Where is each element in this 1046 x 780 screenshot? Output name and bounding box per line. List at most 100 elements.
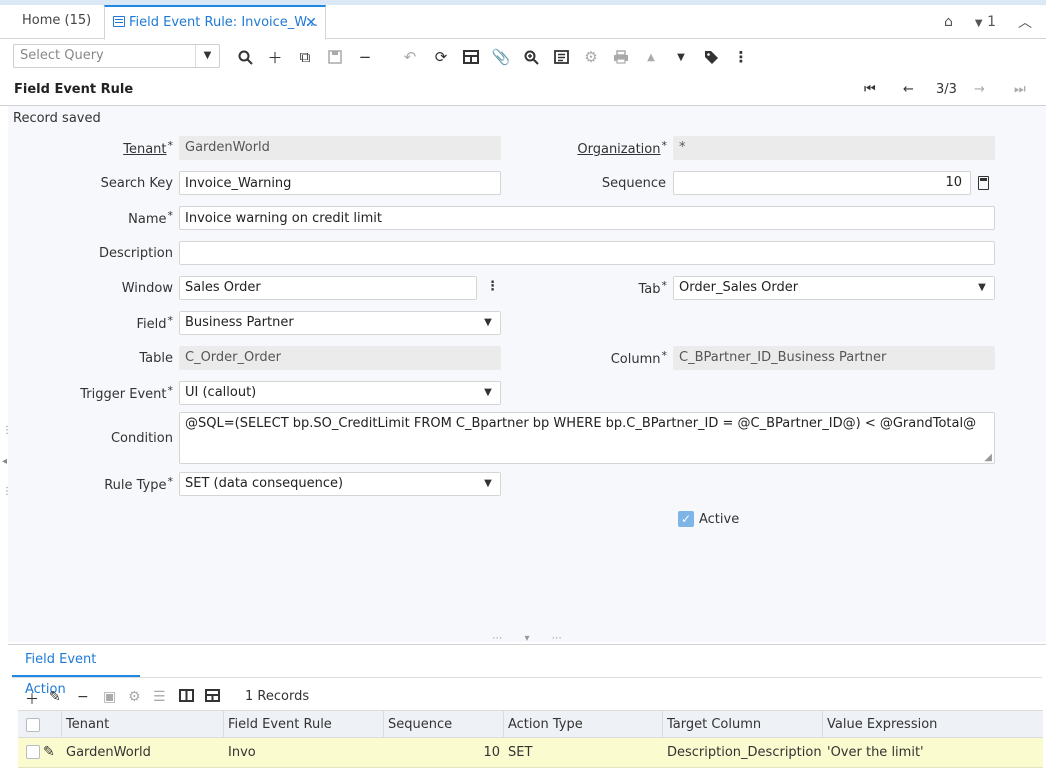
delete-icon[interactable]: − xyxy=(353,45,377,69)
more-vertical-icon[interactable]: ⋮ xyxy=(486,279,499,294)
tenant-field[interactable]: GardenWorld xyxy=(179,136,501,160)
undo-icon[interactable]: ↶ xyxy=(398,45,422,69)
notification-count: 1 xyxy=(987,14,996,30)
refresh-icon[interactable]: ⟳ xyxy=(429,45,453,69)
tab-select-value: Order_Sales Order xyxy=(679,280,799,295)
save-icon[interactable]: ▣ xyxy=(103,689,116,705)
column-header[interactable]: Tenant xyxy=(62,711,224,737)
record-titlebar: Field Event Rule ⏮ ← 3/3 → ⏭ xyxy=(0,74,1046,106)
sequence-input[interactable]: 10 xyxy=(673,171,971,195)
field-select[interactable]: Business Partner ▼ xyxy=(179,311,501,335)
cell-tenant: GardenWorld xyxy=(66,745,151,760)
select-all-checkbox[interactable] xyxy=(26,718,40,732)
description-input[interactable] xyxy=(179,241,995,265)
collapse-icon[interactable]: ︿ xyxy=(1018,12,1032,32)
home-icon[interactable]: ⌂ xyxy=(944,14,953,30)
form-icon xyxy=(113,16,125,27)
tab-divider xyxy=(12,677,1042,678)
cell-field-event-rule: Invo xyxy=(228,745,256,760)
new-record-icon[interactable]: ＋ xyxy=(263,45,287,69)
parent-record-icon[interactable]: ▲ xyxy=(639,45,663,69)
column-header[interactable]: Action Type xyxy=(504,711,663,737)
row-checkbox[interactable] xyxy=(26,745,40,759)
previous-record-icon[interactable]: ← xyxy=(903,82,914,97)
column-header[interactable]: Sequence xyxy=(384,711,504,737)
rule-type-label: Rule Type* xyxy=(104,475,173,493)
trigger-event-select[interactable]: UI (callout) ▼ xyxy=(179,381,501,405)
chevron-down-icon: ▼ xyxy=(974,18,983,29)
attachment-icon[interactable]: 📎 xyxy=(489,45,513,69)
chevron-down-icon[interactable]: ▼ xyxy=(476,473,500,495)
close-tab-icon[interactable]: ✕ xyxy=(305,7,317,39)
search-icon[interactable] xyxy=(233,45,257,69)
calculator-icon[interactable] xyxy=(978,176,989,190)
search-key-label: Search Key xyxy=(100,176,173,191)
main-toolbar: Select Query ▼ ＋ ⧉ − ↶ ⟳ 📎 ⚙ ▲ ▼ ⋮ xyxy=(0,40,1046,74)
copy-icon[interactable]: ⧉ xyxy=(293,45,317,69)
chevron-down-icon[interactable]: ▼ xyxy=(476,382,500,404)
tab-label: Tab* xyxy=(638,279,667,297)
last-record-icon[interactable]: ⏭ xyxy=(1014,82,1026,97)
grid-view-icon[interactable] xyxy=(205,689,220,706)
column-header[interactable]: Field Event Rule xyxy=(224,711,384,737)
record-counter: 3/3 xyxy=(936,82,957,97)
tab-select[interactable]: Order_Sales Order ▼ xyxy=(673,276,995,300)
report-icon[interactable] xyxy=(549,45,573,69)
side-splitter-handle[interactable]: ⋮ xyxy=(2,425,12,436)
condition-label: Condition xyxy=(110,431,173,446)
side-splitter-handle-2[interactable]: ⋮ xyxy=(2,486,12,497)
edit-row-icon[interactable]: ✎ xyxy=(43,744,55,760)
field-label: Field* xyxy=(136,314,173,332)
chevron-down-icon[interactable]: ▼ xyxy=(970,277,994,299)
header-actions: ⌂ ▼ 1 ︿ xyxy=(944,5,1032,39)
header-select-cell xyxy=(18,711,62,737)
rule-type-value: SET (data consequence) xyxy=(185,476,344,491)
window-field[interactable]: Sales Order xyxy=(179,276,477,300)
first-record-icon[interactable]: ⏮ xyxy=(864,82,876,97)
select-query-placeholder: Select Query xyxy=(20,48,104,63)
tab-home[interactable]: Home (15) xyxy=(22,5,91,39)
grid-toggle-icon[interactable] xyxy=(459,45,483,69)
cell-value-expression: 'Over the limit' xyxy=(827,745,924,760)
tab-field-event-action[interactable]: Field Event Action xyxy=(12,645,140,697)
name-label: Name* xyxy=(128,209,173,227)
print-icon[interactable] xyxy=(609,45,633,69)
chevron-down-icon[interactable]: ▼ xyxy=(195,45,219,67)
rule-type-select[interactable]: SET (data consequence) ▼ xyxy=(179,472,501,496)
table-row[interactable]: ✎ GardenWorld Invo 10 SET Description_De… xyxy=(18,738,1043,768)
new-row-icon[interactable]: ＋ xyxy=(25,689,39,709)
trigger-event-value: UI (callout) xyxy=(185,385,257,400)
column-header[interactable]: Target Column xyxy=(663,711,823,737)
column-header[interactable]: Value Expression xyxy=(823,711,1043,737)
delete-row-icon[interactable]: − xyxy=(77,689,89,705)
gear-icon[interactable]: ⚙ xyxy=(579,45,603,69)
checklist-icon[interactable]: ☰ xyxy=(153,689,166,705)
table-field[interactable]: C_Order_Order xyxy=(179,346,501,370)
save-icon[interactable] xyxy=(323,45,347,69)
zoom-across-icon[interactable] xyxy=(519,45,543,69)
notifications[interactable]: ▼ 1 xyxy=(975,14,996,30)
condition-textarea[interactable]: @SQL=(SELECT bp.SO_CreditLimit FROM C_Bp… xyxy=(179,412,995,464)
resize-handle-icon[interactable]: ◢ xyxy=(984,452,992,463)
name-input[interactable] xyxy=(179,206,995,230)
tag-icon[interactable] xyxy=(699,45,723,69)
gear-icon[interactable]: ⚙ xyxy=(128,689,141,705)
cell-action-type: SET xyxy=(508,745,533,760)
edit-row-icon[interactable]: ✎ xyxy=(49,689,61,705)
form-view-icon[interactable] xyxy=(179,689,194,706)
active-checkbox[interactable]: ✓ xyxy=(678,511,694,527)
organization-field[interactable]: * xyxy=(673,136,995,160)
trigger-event-label: Trigger Event* xyxy=(80,384,173,402)
side-collapse-icon[interactable]: ◂ xyxy=(2,456,7,467)
chevron-down-icon[interactable]: ▼ xyxy=(476,312,500,334)
tab-label: Field Event Rule: Invoice_W... xyxy=(129,15,319,30)
field-select-value: Business Partner xyxy=(185,315,294,330)
search-key-input[interactable] xyxy=(179,171,501,195)
next-record-icon[interactable]: → xyxy=(974,82,985,97)
select-query-dropdown[interactable]: Select Query ▼ xyxy=(13,44,220,68)
column-field[interactable]: C_BPartner_ID_Business Partner xyxy=(673,346,995,370)
record-count: 1 Records xyxy=(245,689,310,704)
tab-field-event-rule[interactable]: Field Event Rule: Invoice_W... ✕ xyxy=(104,5,326,40)
more-vertical-icon[interactable]: ⋮ xyxy=(729,45,753,69)
detail-record-icon[interactable]: ▼ xyxy=(669,45,693,69)
